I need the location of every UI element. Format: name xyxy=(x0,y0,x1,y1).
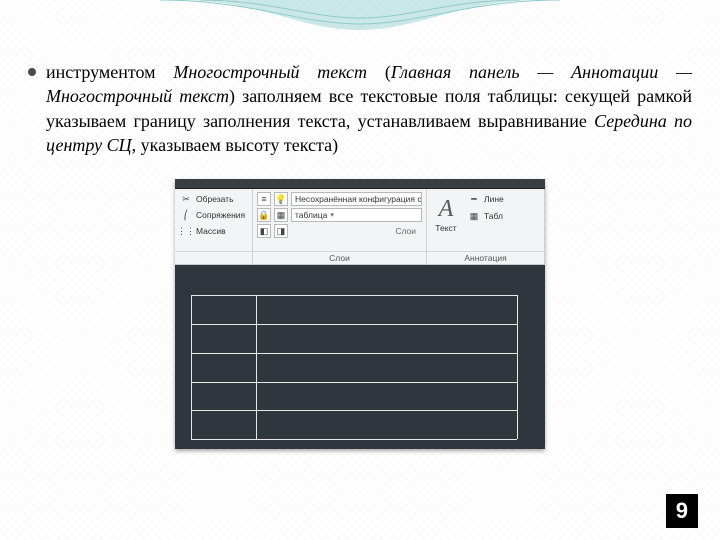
footer-modify xyxy=(175,252,253,265)
layer-name-combo[interactable]: таблица ▾ xyxy=(291,208,422,222)
drawing-canvas[interactable] xyxy=(175,265,545,449)
layer-btn-icon[interactable]: ≡ xyxy=(257,192,271,206)
fillet-icon: ⎛ xyxy=(179,208,193,222)
layer-config-text: Несохранённая конфигурация сло xyxy=(295,193,422,206)
linear-label[interactable]: Лине xyxy=(484,194,504,204)
titlebar xyxy=(175,179,545,189)
layer-name-text: таблица xyxy=(295,209,327,222)
ribbon: ✂ Обрезать ⎛ Сопряжения ⋮⋮ Массив ≡ xyxy=(175,179,545,265)
footer-layers: Слои xyxy=(253,252,427,265)
array-icon: ⋮⋮ xyxy=(179,224,193,238)
ribbon-group-modify: ✂ Обрезать ⎛ Сопряжения ⋮⋮ Массив xyxy=(175,189,253,251)
page-number: 9 xyxy=(666,494,698,528)
footer-annotation: Аннотация xyxy=(427,252,545,265)
ribbon-group-annotation: A Текст ━ Лине ▦ Табл xyxy=(427,189,545,251)
layer-lock-icon[interactable]: 🔒 xyxy=(257,208,271,222)
fillet-label[interactable]: Сопряжения xyxy=(196,210,245,220)
bullet-text: инструментом Многострочный текст (Главна… xyxy=(46,62,692,155)
chevron-down-icon: ▾ xyxy=(330,209,334,222)
array-label[interactable]: Массив xyxy=(196,226,226,236)
layer-misc2-icon[interactable]: ◨ xyxy=(274,224,288,238)
bullet-paragraph: инструментом Многострочный текст (Главна… xyxy=(28,60,692,157)
bullet-marker xyxy=(28,68,36,76)
table-outline xyxy=(191,295,517,439)
mtext-button[interactable]: A Текст xyxy=(431,192,461,236)
layer-misc-icon[interactable]: ◧ xyxy=(257,224,271,238)
layer-table-icon[interactable]: ▦ xyxy=(274,208,288,222)
mtext-label: Текст xyxy=(435,223,456,233)
autocad-screenshot: ✂ Обрезать ⎛ Сопряжения ⋮⋮ Массив ≡ xyxy=(175,179,545,449)
table-label[interactable]: Табл xyxy=(484,211,503,221)
ribbon-group-layers: ≡ 💡 Несохранённая конфигурация сло ▾ 🔒 ▦… xyxy=(253,189,427,251)
linear-dim-icon[interactable]: ━ xyxy=(467,192,481,206)
trim-label[interactable]: Обрезать xyxy=(196,194,234,204)
decorative-wave xyxy=(0,0,720,50)
table-icon[interactable]: ▦ xyxy=(467,209,481,223)
layer-bulb-icon[interactable]: 💡 xyxy=(274,192,288,206)
trim-icon: ✂ xyxy=(179,192,193,206)
layer-config-combo[interactable]: Несохранённая конфигурация сло ▾ xyxy=(291,192,422,206)
layers-label: Слои xyxy=(395,226,416,236)
ribbon-group-footers: Слои Аннотация xyxy=(175,251,545,265)
